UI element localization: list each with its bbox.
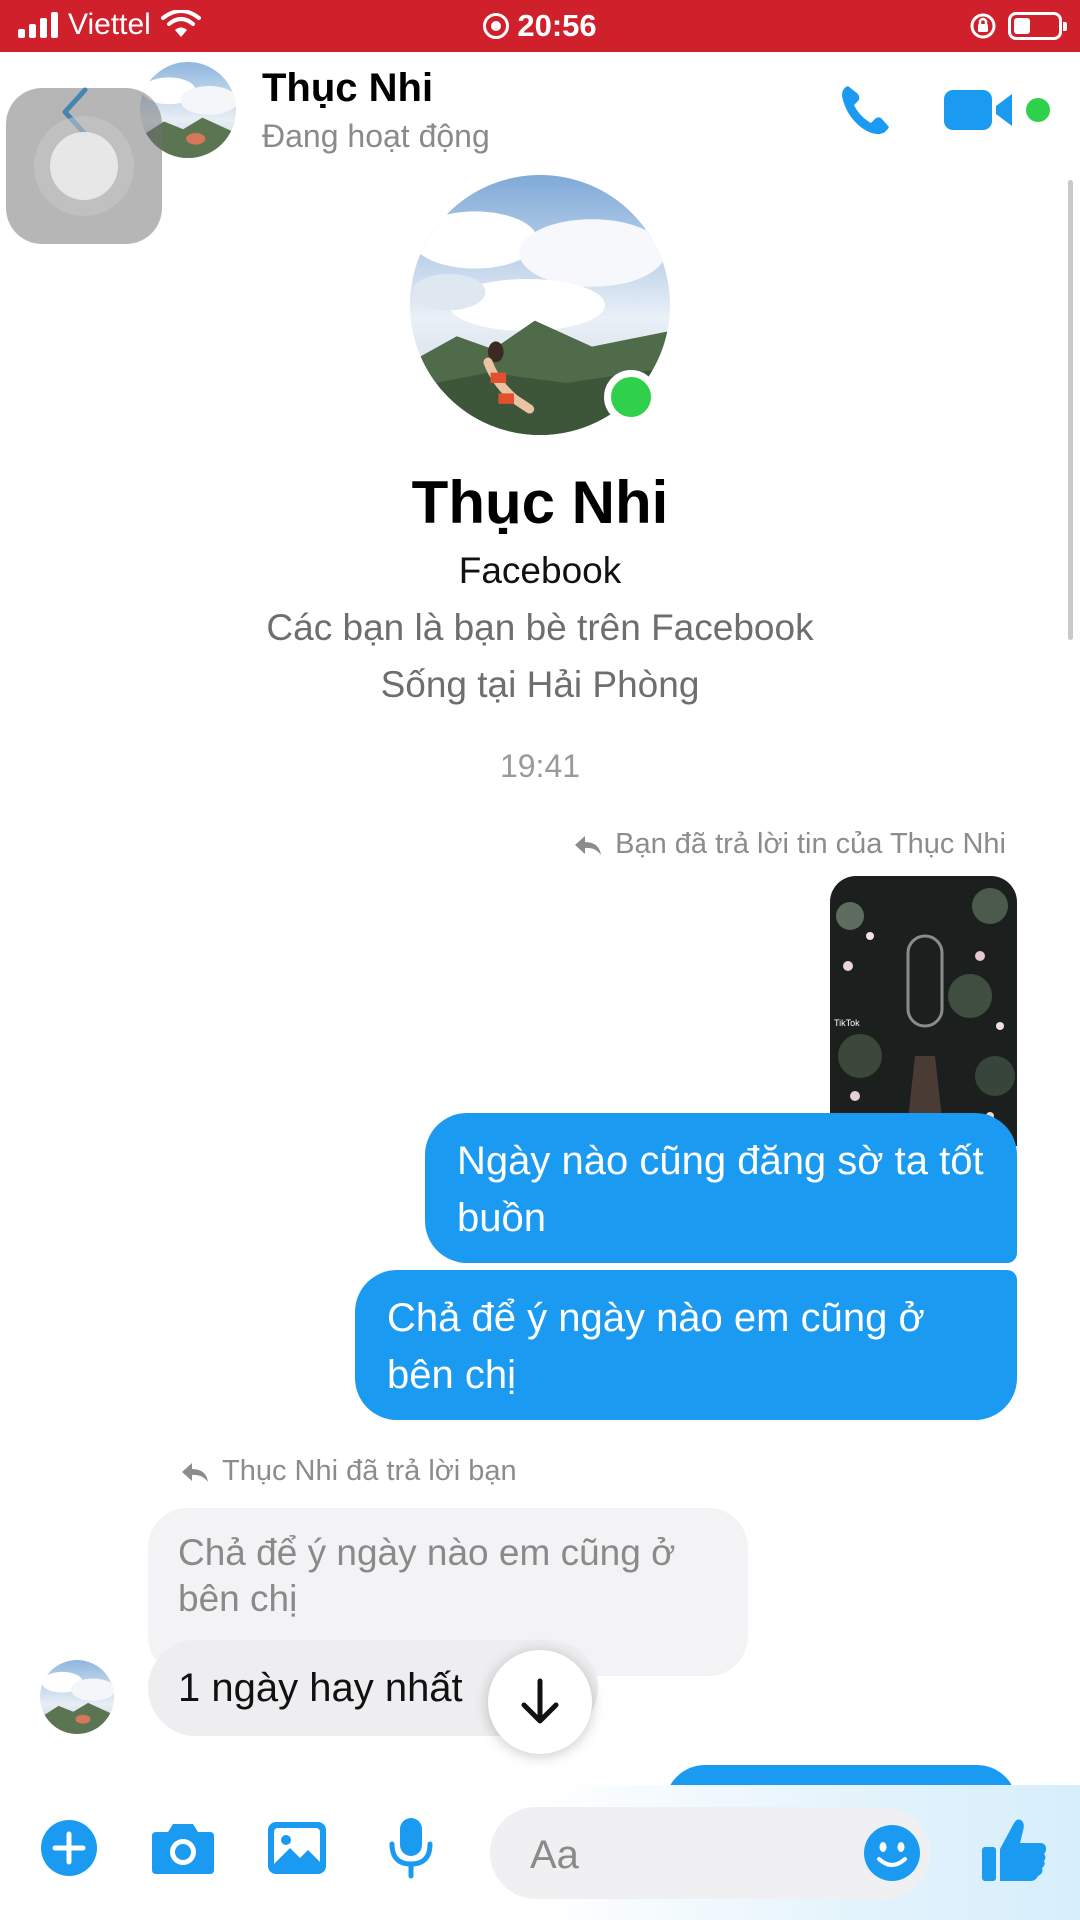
profile-relationship: Các bạn là bạn bè trên Facebook [266,607,814,648]
chat-header: Thục Nhi Đang hoạt động [0,52,1080,170]
emoji-icon[interactable] [862,1823,922,1883]
scroll-to-bottom-button[interactable] [488,1650,592,1754]
message-input[interactable]: Aa [490,1807,930,1899]
mic-icon [389,1818,433,1879]
active-status: Đang hoạt động [262,118,490,154]
voice-button[interactable] [376,1813,446,1883]
status-right [968,11,1067,41]
battery-icon [1008,12,1067,40]
shared-media-thumbnail[interactable]: TikTok [830,876,1017,1146]
status-bar: Viettel 20:56 [0,0,1080,52]
image-icon [268,1822,326,1874]
gallery-button[interactable] [262,1813,332,1883]
clock: 20:56 [0,8,1080,44]
screen-record-icon [483,13,510,39]
arrow-down-icon [521,1678,559,1724]
message-composer: Aa [0,1785,1080,1920]
reply-note-outgoing: Bạn đã trả lời tin của Thục Nhi [573,828,1006,861]
camera-icon [152,1824,214,1874]
video-icon[interactable] [942,86,1014,134]
reply-icon [182,1462,208,1482]
like-icon[interactable] [978,1815,1050,1887]
reply-note-text: Thục Nhi đã trả lời bạn [222,1455,517,1487]
profile-location: Sống tại Hải Phòng [380,664,700,705]
phone-icon[interactable] [836,80,896,140]
assistive-touch-button[interactable] [6,88,162,244]
contact-name[interactable]: Thục Nhi [262,66,433,111]
message-bubble-outgoing[interactable]: Chả để ý ngày nào em cũng ở bên chị [355,1270,1017,1420]
profile-source: Facebook [458,550,622,591]
reply-note-text: Bạn đã trả lời tin của Thục Nhi [615,828,1006,860]
tiktok-watermark: TikTok [834,1018,860,1028]
reply-note-incoming: Thục Nhi đã trả lời bạn [180,1455,517,1488]
message-timestamp: 19:41 [499,748,581,784]
rotation-lock-icon [970,13,996,39]
plus-icon [41,1820,97,1876]
plus-button[interactable] [34,1813,104,1883]
message-input-placeholder: Aa [530,1833,579,1877]
sender-avatar[interactable] [40,1660,114,1734]
message-bubble-outgoing[interactable]: Ngày nào cũng đăng sờ ta tốt buồn [425,1113,1017,1263]
reply-icon [575,835,602,855]
profile-name: Thục Nhi [411,469,669,536]
profile-online-indicator [604,370,658,424]
online-indicator [1026,98,1050,122]
camera-button[interactable] [148,1813,218,1883]
time-label: 20:56 [517,8,597,43]
